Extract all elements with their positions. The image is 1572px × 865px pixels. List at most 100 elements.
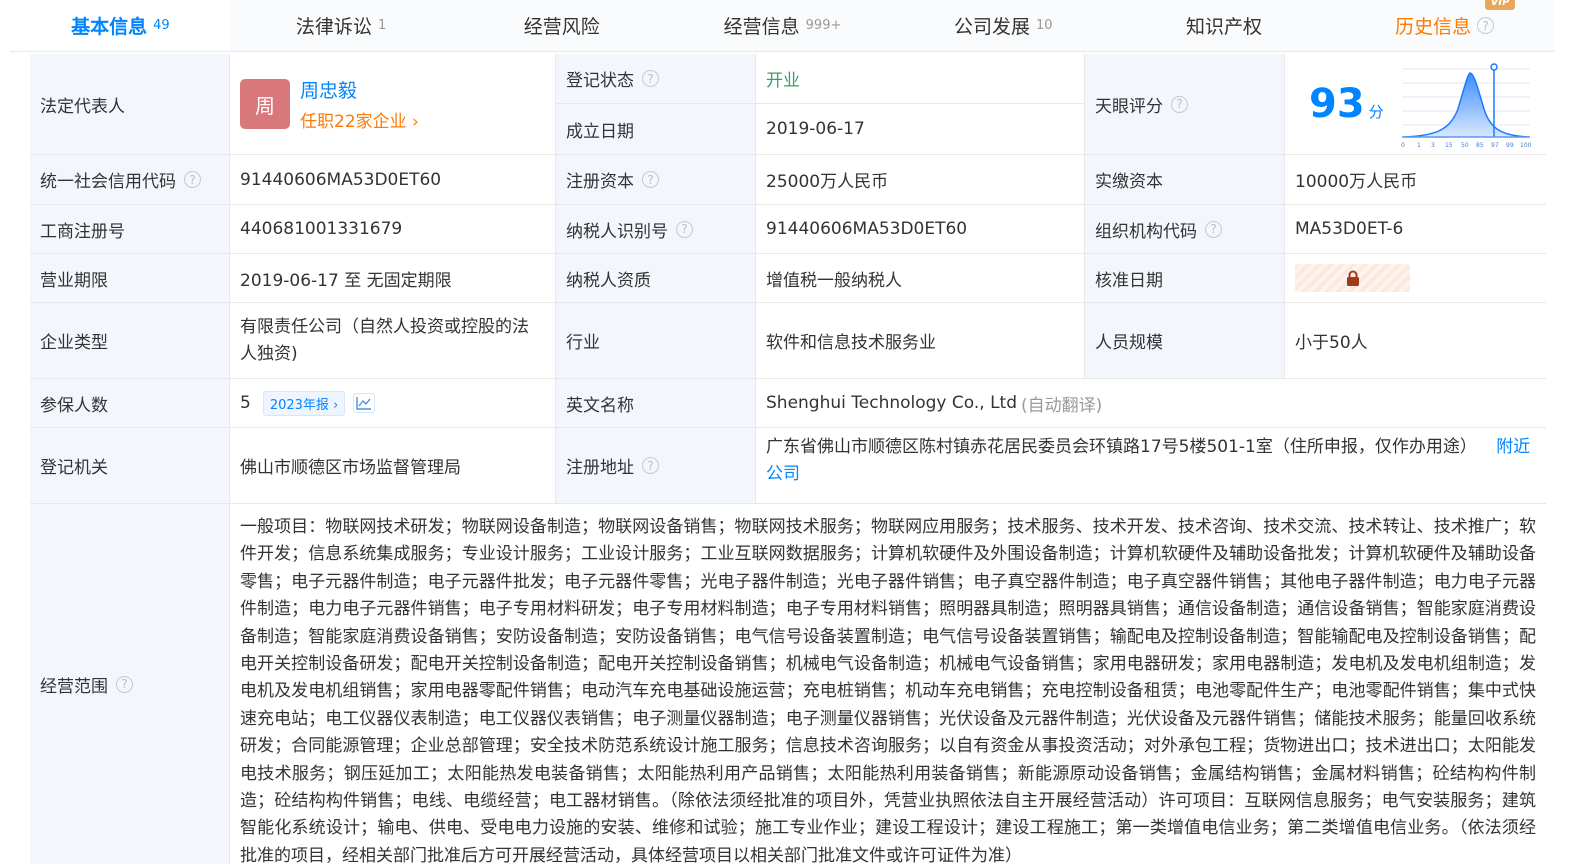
tab-legal[interactable]: 法律诉讼 1 [230,0,452,51]
tab-basic-info[interactable]: 基本信息 49 [10,0,231,51]
tab-label: 历史信息 [1395,16,1472,38]
badge-text: 2023年报 [269,397,329,413]
taxpayer-qual-value: 增值税一般纳税人 [756,254,1085,302]
scope-value: 一般项目：物联网技术研发；物联网设备制造；物联网设备销售；物联网技术服务；物联网… [230,504,1546,865]
info-table: 法定代表人 周 周忠毅 任职22家企业 › 登记状态 ? 成立日期 开业 201… [30,54,1546,865]
label-text: 纳税人识别号 [566,221,668,242]
positions-text: 任职22家企业 [300,112,407,132]
legal-rep-name[interactable]: 周忠毅 [300,76,419,103]
tab-count: 999+ [805,18,842,33]
taxpayer-qual-label: 纳税人资质 [556,254,756,302]
question-icon[interactable]: ? [642,70,659,87]
org-code-label: 组织机构代码 ? [1085,205,1285,253]
annual-report-badge[interactable]: 2023年报 › [262,390,346,416]
tab-label: 经营风险 [523,16,600,38]
question-icon[interactable]: ? [676,220,693,238]
tab-risk[interactable]: 经营风险 [451,0,673,51]
tab-development[interactable]: 公司发展 10 [892,0,1114,51]
status-date-values: 开业 2019-06-17 [756,54,1085,154]
tab-ip[interactable]: 知识产权 [1113,0,1335,51]
staff-size-value: 小于50人 [1295,333,1368,353]
status-date-labels: 登记状态 ? 成立日期 [556,54,756,154]
question-icon[interactable]: ? [1205,220,1222,238]
approval-date-label: 核准日期 [1085,254,1285,302]
founded-label: 成立日期 [556,104,755,154]
value-text: 广东省佛山市顺德区陈村镇赤花居民委员会环镇路17号5楼501-1室（住所申报，仅… [766,437,1477,457]
scope-label: 经营范围 ? [30,504,230,864]
table-row: 统一社会信用代码 ? 91440606MA53D0ET60 注册资本 ? 250… [30,155,1546,205]
axis-tick: 85 [1476,142,1484,149]
tab-count: 49 [153,18,170,33]
tab-label: 基本信息 [71,16,148,38]
table-row: 工商注册号 440681001331679 纳税人识别号 ? 91440606M… [30,205,1546,254]
industry-label: 行业 [556,303,756,378]
credit-code-value: 91440606MA53D0ET60 [230,155,556,204]
table-row: 参保人数 5 2023年报 › 英文名称 Shenghui Technology… [30,379,1546,428]
tab-label: 法律诉讼 [295,16,372,38]
question-icon[interactable]: ? [1171,95,1188,113]
scope-text: 一般项目：物联网技术研发；物联网设备制造；物联网设备销售；物联网技术服务；物联网… [240,517,1536,865]
legal-rep-label: 法定代表人 [30,54,230,154]
score-marker-dot [1489,63,1498,71]
tianyan-score-unit: 分 [1368,102,1384,121]
table-row: 经营范围 ? 一般项目：物联网技术研发；物联网设备制造；物联网设备销售；物联网技… [30,504,1546,865]
reg-address-value: 广东省佛山市顺德区陈村镇赤花居民委员会环镇路17号5楼501-1室（住所申报，仅… [756,428,1546,503]
industry-value: 软件和信息技术服务业 [756,303,1085,378]
org-code-value: MA53D0ET-6 [1295,219,1404,239]
question-icon[interactable]: ? [184,171,201,188]
legal-rep-positions-link[interactable]: 任职22家企业 › [300,107,419,132]
term-label: 营业期限 [30,254,230,302]
axis-tick: 15 [1445,142,1453,149]
table-row: 企业类型 有限责任公司（自然人投资或控股的法人独资) 行业 软件和信息技术服务业… [30,303,1546,379]
axis-tick: 99 [1506,142,1514,149]
taxpayer-id-value: 91440606MA53D0ET60 [756,205,1085,253]
chevron-right-icon: › [412,112,419,132]
tab-count: 10 [1035,18,1053,33]
question-icon[interactable]: ? [642,171,659,188]
tab-count: 1 [377,18,387,33]
label-text: 注册资本 [566,172,634,192]
founded-value: 2019-06-17 [766,119,865,139]
reg-authority-label: 登记机关 [30,428,230,503]
paid-capital-label: 实缴资本 [1085,155,1285,204]
table-row: 法定代表人 周 周忠毅 任职22家企业 › 登记状态 ? 成立日期 开业 201… [30,54,1546,155]
label-text: 经营范围 [40,676,108,697]
question-icon[interactable]: ? [116,675,133,693]
tab-operations[interactable]: 经营信息 999+ [672,0,893,51]
avatar[interactable]: 周 [240,79,290,129]
label-text: 注册地址 [566,458,634,478]
chevron-right-icon: › [333,397,339,413]
term-value: 2019-06-17 至 无固定期限 [230,254,556,302]
label-text: 统一社会信用代码 [40,172,176,192]
tab-label: 公司发展 [953,16,1030,38]
reg-capital-label: 注册资本 ? [556,155,756,204]
insured-value: 5 [240,393,251,413]
taxpayer-id-label: 纳税人识别号 ? [556,205,756,253]
lock-icon [1346,270,1359,286]
english-name-label: 英文名称 [556,379,756,427]
axis-tick: 3 [1431,142,1435,149]
value-text: Shenghui Technology Co., Ltd [766,393,1018,413]
reg-status-label: 登记状态 ? [556,54,755,104]
trend-chart-icon[interactable] [353,393,376,413]
tianyan-score-cell[interactable]: 93 分 0 1 3 15 50 85 97 99 100 [1285,54,1546,154]
tianyan-label: 天眼评分 ? [1085,54,1285,154]
question-icon[interactable]: ? [642,457,659,474]
label-text: 天眼评分 [1095,96,1163,117]
insured-label: 参保人数 [30,379,230,427]
table-row: 营业期限 2019-06-17 至 无固定期限 纳税人资质 增值税一般纳税人 核… [30,254,1546,303]
value-text: 有限责任公司（自然人投资或控股的法人独资) [240,316,529,364]
vip-locked-field[interactable] [1295,264,1410,292]
question-icon[interactable]: ? [1477,17,1495,34]
reg-authority-value: 佛山市顺德区市场监督管理局 [230,428,556,503]
tab-history[interactable]: 历史信息 ? VIP [1334,0,1556,51]
tianyan-score: 93 [1309,81,1365,127]
label-text: 登记状态 [566,71,634,91]
tab-label: 经营信息 [723,16,800,38]
table-row: 登记机关 佛山市顺德区市场监督管理局 注册地址 ? 广东省佛山市顺德区陈村镇赤花… [30,428,1546,504]
paid-capital-value: 10000万人民币 [1295,172,1418,192]
company-type-label: 企业类型 [30,303,230,378]
reg-status-value: 开业 [756,54,1084,104]
staff-size-label: 人员规模 [1085,303,1285,378]
axis-tick: 0 [1401,142,1405,149]
